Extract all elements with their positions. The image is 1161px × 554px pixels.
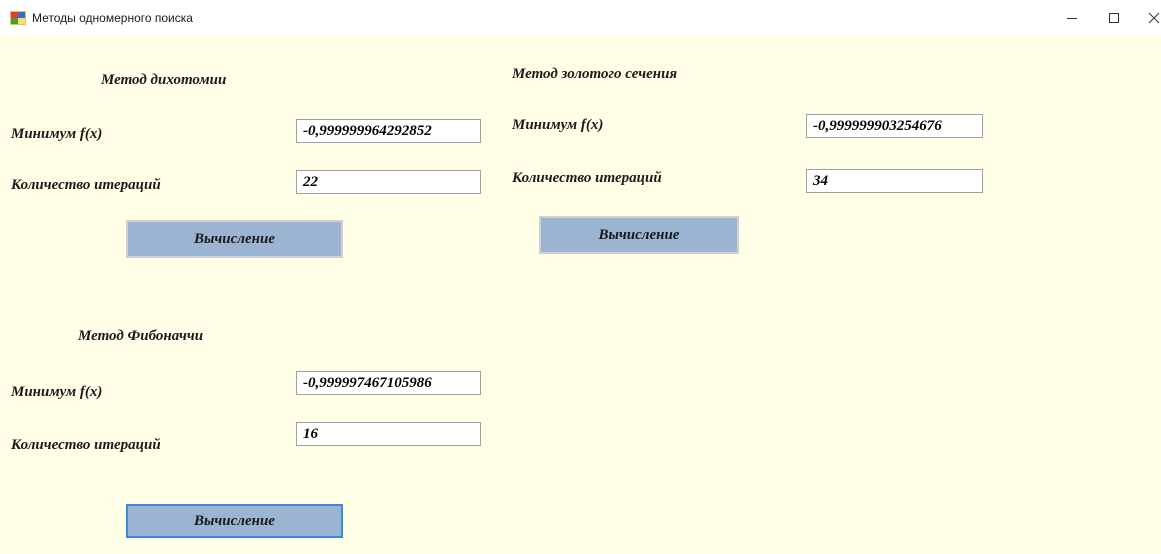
minimize-button[interactable] <box>1052 6 1092 30</box>
golden-iter-label: Количество итераций <box>512 170 662 186</box>
fibonacci-min-label: Минимум f(x) <box>11 384 103 400</box>
window-titlebar[interactable]: Методы одномерного поиска <box>0 0 1161 36</box>
dichotomy-min-field[interactable]: -0,999999964292852 <box>296 119 481 143</box>
golden-min-label: Минимум f(x) <box>512 117 604 133</box>
fibonacci-title: Метод Фибоначчи <box>78 328 204 344</box>
dichotomy-iter-label: Количество итераций <box>11 177 161 193</box>
form-client-area: Метод дихотомии Минимум f(x) -0,99999996… <box>0 36 1161 554</box>
maximize-icon <box>1109 13 1119 23</box>
dichotomy-min-label: Минимум f(x) <box>11 126 103 142</box>
golden-iter-field[interactable]: 34 <box>806 169 983 193</box>
close-icon <box>1148 12 1160 24</box>
minimize-icon <box>1067 18 1077 19</box>
app-window-icon <box>10 11 26 25</box>
fibonacci-iter-field[interactable]: 16 <box>296 422 481 446</box>
fibonacci-compute-button[interactable]: Вычисление <box>126 504 343 538</box>
close-button[interactable] <box>1134 6 1161 30</box>
dichotomy-title: Метод дихотомии <box>101 72 227 88</box>
fibonacci-min-field[interactable]: -0,999997467105986 <box>296 371 481 395</box>
fibonacci-iter-label: Количество итераций <box>11 437 161 453</box>
dichotomy-compute-button[interactable]: Вычисление <box>126 220 343 258</box>
golden-compute-button[interactable]: Вычисление <box>539 216 739 254</box>
maximize-button[interactable] <box>1094 6 1134 30</box>
golden-min-field[interactable]: -0,999999903254676 <box>806 114 983 138</box>
golden-title: Метод золотого сечения <box>512 66 678 82</box>
dichotomy-iter-field[interactable]: 22 <box>296 170 481 194</box>
window-title: Методы одномерного поиска <box>32 11 193 25</box>
